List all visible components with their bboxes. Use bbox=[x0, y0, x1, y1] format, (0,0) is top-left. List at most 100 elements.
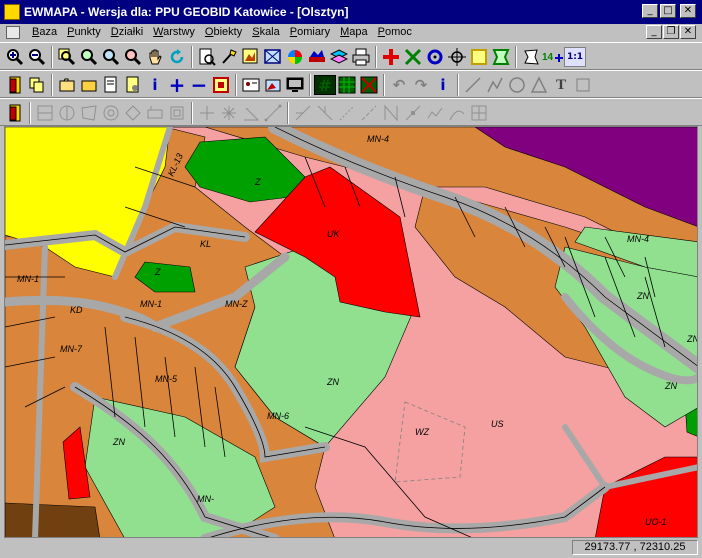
angle-measure-icon bbox=[240, 102, 262, 124]
zoom-all-icon[interactable] bbox=[78, 46, 100, 68]
brush-icon[interactable] bbox=[218, 46, 240, 68]
toolbar-separator bbox=[375, 46, 377, 68]
zone-label: Z bbox=[154, 267, 161, 277]
menu-punkty[interactable]: Punkty bbox=[67, 26, 101, 38]
zoom-object-icon[interactable] bbox=[122, 46, 144, 68]
monitor-icon[interactable] bbox=[284, 74, 306, 96]
close-button[interactable]: ✕ bbox=[680, 4, 696, 18]
menu-mapa[interactable]: Mapa bbox=[340, 26, 368, 38]
zoom-previous-icon[interactable] bbox=[100, 46, 122, 68]
zone-label: MN-1 bbox=[17, 274, 39, 284]
doc-settings-icon[interactable] bbox=[122, 74, 144, 96]
plus-icon[interactable]: + bbox=[166, 73, 188, 97]
delete-point-icon[interactable] bbox=[402, 46, 424, 68]
coordinates-readout: 29173.77 , 72310.25 bbox=[572, 540, 698, 555]
pan-hand-icon[interactable] bbox=[144, 46, 166, 68]
copy-icon[interactable] bbox=[26, 74, 48, 96]
polygon-icon[interactable] bbox=[490, 46, 512, 68]
menu-baza[interactable]: Baza bbox=[32, 26, 57, 38]
parcel-tool-4-icon bbox=[100, 102, 122, 124]
toolbar-separator bbox=[287, 102, 289, 124]
colors-icon[interactable] bbox=[284, 46, 306, 68]
zone-label: Z bbox=[254, 177, 261, 187]
toolbar-separator bbox=[309, 74, 311, 96]
grid-icon[interactable] bbox=[336, 74, 358, 96]
parcel-tool-2-icon bbox=[56, 102, 78, 124]
maximize-button[interactable]: □ bbox=[660, 4, 676, 18]
menu-warstwy[interactable]: Warstwy bbox=[153, 26, 195, 38]
rectangle-icon[interactable] bbox=[468, 46, 490, 68]
target-icon[interactable] bbox=[446, 46, 468, 68]
map-export-icon[interactable] bbox=[240, 46, 262, 68]
id-card-icon[interactable] bbox=[240, 74, 262, 96]
map-edit-icon[interactable] bbox=[262, 74, 284, 96]
menu-pomoc[interactable]: Pomoc bbox=[378, 26, 412, 38]
minimize-button[interactable]: _ bbox=[642, 4, 658, 18]
toolbar-separator bbox=[191, 102, 193, 124]
map-svg[interactable]: MN-4 Z UK MN-4 ZN MN-Z Z MN-1 MN-7 MN-5 … bbox=[5, 127, 698, 538]
open-folder-icon[interactable] bbox=[78, 74, 100, 96]
triangle-icon bbox=[528, 74, 550, 96]
zone-label: KL bbox=[200, 239, 211, 249]
menu-dzialki[interactable]: Działki bbox=[111, 26, 143, 38]
parcel-shape-icon[interactable] bbox=[520, 46, 542, 68]
frame-icon[interactable] bbox=[210, 74, 232, 96]
menu-bar: Baza Punkty Działki Warstwy Obiekty Skal… bbox=[0, 24, 702, 41]
zone-label: MN-6 bbox=[267, 411, 289, 421]
circle-point-icon[interactable] bbox=[424, 46, 446, 68]
zone-label: MN-4 bbox=[627, 234, 649, 244]
door-exit-icon[interactable] bbox=[4, 74, 26, 96]
cross-measure-icon bbox=[196, 102, 218, 124]
text-tool-icon[interactable]: T bbox=[550, 74, 572, 96]
profile-icon[interactable] bbox=[306, 46, 328, 68]
ratio-tool-1-icon bbox=[292, 102, 314, 124]
title-bar: EWMAPA - Wersja dla: PPU GEOBID Katowice… bbox=[0, 0, 702, 24]
print-preview-icon[interactable] bbox=[196, 46, 218, 68]
toolbar-separator bbox=[51, 46, 53, 68]
redo-icon: ↷ bbox=[414, 76, 428, 94]
minus-icon[interactable]: − bbox=[188, 73, 210, 97]
mdi-controls: _ ❐ ✕ bbox=[646, 25, 696, 39]
layers-icon[interactable] bbox=[328, 46, 350, 68]
menu-skala[interactable]: Skala bbox=[252, 26, 280, 38]
info-icon[interactable]: i bbox=[144, 74, 166, 96]
mdi-restore-button[interactable]: ❐ bbox=[663, 25, 679, 39]
mdi-minimize-button[interactable]: _ bbox=[646, 25, 662, 39]
zoom-window-icon[interactable] bbox=[56, 46, 78, 68]
zone-label: KD bbox=[70, 305, 83, 315]
polyline-icon bbox=[484, 74, 506, 96]
mdi-close-button[interactable]: ✕ bbox=[680, 25, 696, 39]
zone-label: MN-5 bbox=[155, 374, 178, 384]
printer-icon[interactable] bbox=[350, 46, 372, 68]
parcel-tool-7-icon bbox=[166, 102, 188, 124]
overview-icon[interactable] bbox=[262, 46, 284, 68]
door-icon[interactable] bbox=[4, 102, 26, 124]
split-rect-icon bbox=[468, 102, 490, 124]
edit-doc-icon[interactable] bbox=[100, 74, 122, 96]
refresh-icon[interactable] bbox=[166, 46, 188, 68]
add-point-icon[interactable] bbox=[380, 46, 402, 68]
folder-arrow-icon[interactable] bbox=[56, 74, 78, 96]
info-blue-icon[interactable]: i bbox=[432, 74, 454, 96]
menu-obiekty[interactable]: Obiekty bbox=[205, 26, 242, 38]
toolbar-geometry bbox=[0, 98, 702, 126]
grid-green-icon[interactable]: # bbox=[314, 75, 336, 95]
parcel-tool-6-icon bbox=[144, 102, 166, 124]
zoom-in-icon[interactable] bbox=[4, 46, 26, 68]
toolbar-separator bbox=[235, 74, 237, 96]
n-line-icon bbox=[380, 102, 402, 124]
zone-label: ZN bbox=[326, 377, 339, 387]
node-line-icon bbox=[402, 102, 424, 124]
parcel-tool-1-icon bbox=[34, 102, 56, 124]
scale-1-1-icon[interactable]: 1:1 bbox=[564, 47, 586, 67]
line-icon bbox=[462, 74, 484, 96]
plus-14-icon[interactable]: 14 bbox=[542, 46, 564, 68]
grid-delete-icon[interactable] bbox=[358, 74, 380, 96]
ratio-tool-2-icon bbox=[314, 102, 336, 124]
menu-pomiary[interactable]: Pomiary bbox=[290, 26, 330, 38]
circle-icon bbox=[506, 74, 528, 96]
dotted-line-icon bbox=[336, 102, 358, 124]
document-icon[interactable] bbox=[6, 26, 20, 39]
zoom-out-icon[interactable] bbox=[26, 46, 48, 68]
map-canvas[interactable]: MN-4 Z UK MN-4 ZN MN-Z Z MN-1 MN-7 MN-5 … bbox=[4, 126, 698, 538]
